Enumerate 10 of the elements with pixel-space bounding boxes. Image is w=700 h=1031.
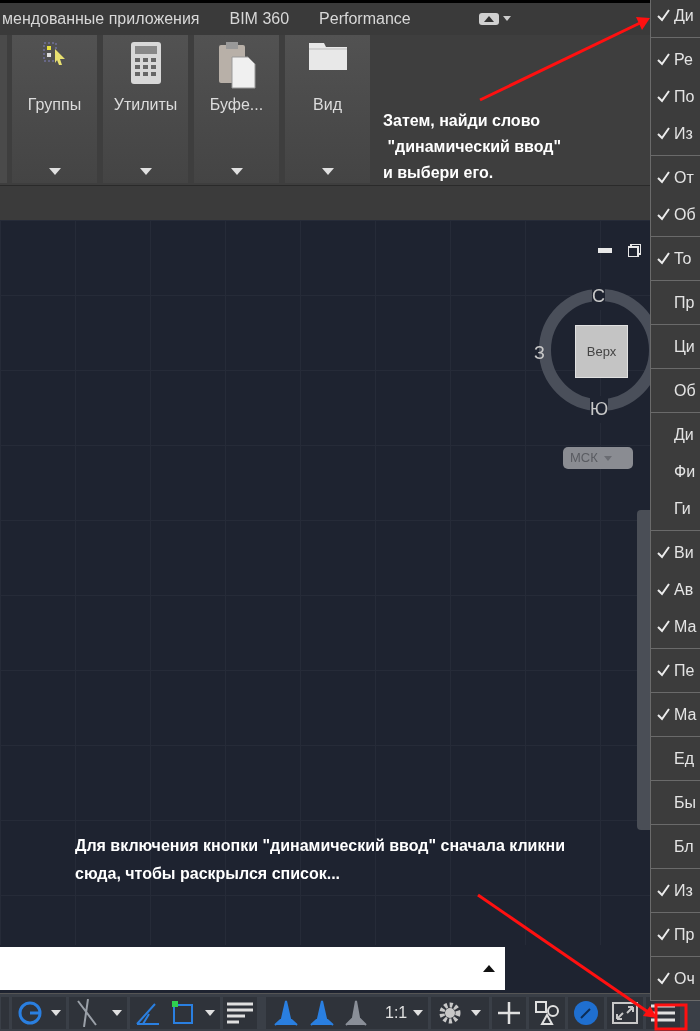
panel-label: Буфе...: [209, 95, 264, 115]
compass-north-label: С: [592, 283, 605, 310]
compass-south-label: Ю: [590, 396, 609, 423]
panel-label: Вид: [313, 95, 342, 115]
instruction-note: Затем, найди слово "динамический ввод" и выбери его.: [383, 111, 562, 183]
panel-label: Утилиты: [113, 95, 178, 115]
compass-west-label: З: [534, 342, 545, 365]
scale-label: 1:1: [385, 1002, 408, 1023]
instruction-note: Для включения кнопки "динамический ввод" сначала кликни сюда, чтобы раскрылся список...: [75, 836, 565, 884]
panel-label: Группы: [27, 95, 82, 115]
